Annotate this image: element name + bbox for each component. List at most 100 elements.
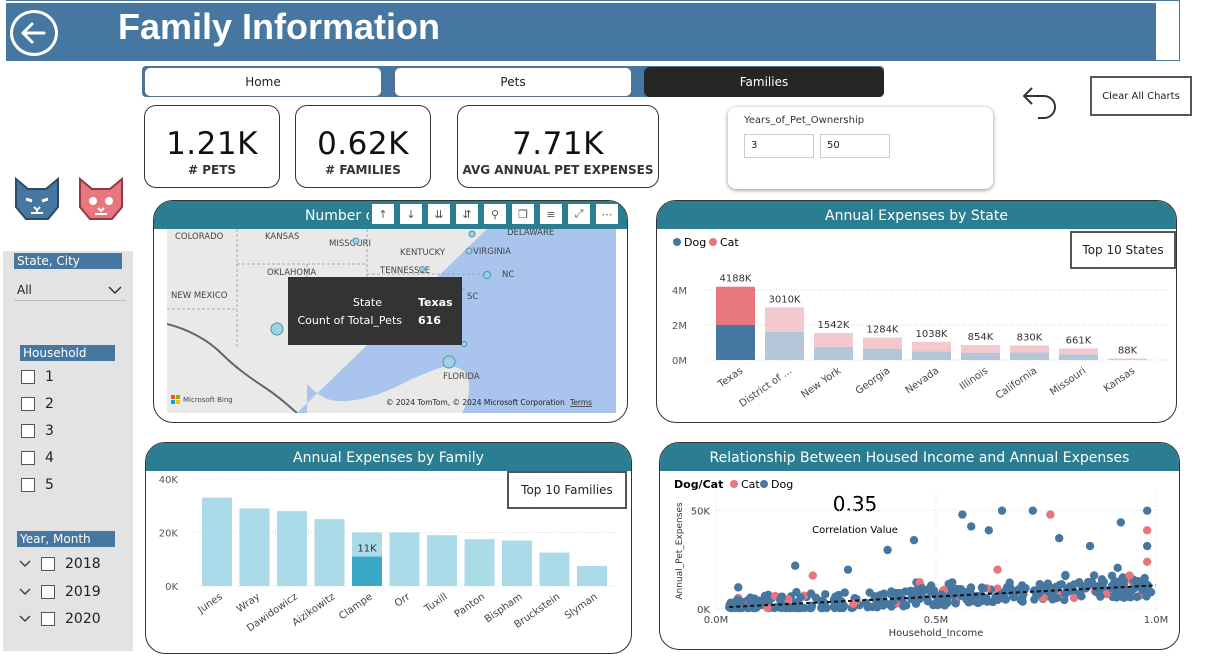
checkbox[interactable]: [21, 451, 35, 465]
chevron-down-icon[interactable]: [19, 588, 31, 596]
year-option[interactable]: 2020: [19, 611, 101, 627]
expand-next-level-icon[interactable]: ⇊: [428, 204, 450, 224]
bar: [239, 508, 270, 586]
checkbox[interactable]: [21, 424, 35, 438]
kpi-families: 0.62K # FAMILIES: [295, 105, 431, 188]
copy-icon[interactable]: ❐: [512, 204, 534, 224]
clear-all-button[interactable]: Clear All Charts: [1090, 76, 1192, 116]
tab-home[interactable]: Home: [144, 67, 382, 97]
drill-down-icon[interactable]: ↓: [400, 204, 422, 224]
kpi-avg-expenses: 7.71K AVG ANNUAL PET EXPENSES: [457, 105, 659, 188]
scatter-point: [871, 601, 880, 611]
x-tick-label: 1.0M: [1144, 615, 1169, 626]
checkbox[interactable]: [41, 585, 55, 599]
household-option[interactable]: 3: [21, 423, 54, 439]
scatter-point: [777, 592, 787, 601]
tab-pets[interactable]: Pets: [394, 67, 632, 97]
bar-cat: [1059, 348, 1098, 355]
tab-families[interactable]: Families: [644, 67, 884, 97]
pin-icon[interactable]: ⚲: [484, 204, 506, 224]
map-terms-link[interactable]: Terms: [569, 398, 592, 407]
filter-panel: State, City All Household 1 2 3 4 5 Year…: [3, 251, 133, 651]
drill-up-icon[interactable]: ↑: [372, 204, 394, 224]
visual-toolbar: ↑ ↓ ⇊ ⇵ ⚲ ❐ ≡ ⤢ ⋯: [369, 202, 627, 226]
tooltip-state-label: State: [352, 296, 382, 309]
y-axis-label: Annual_Pet_Expenses: [675, 502, 685, 600]
family-chart-card: Annual Expenses by Family Top 10 Familie…: [145, 442, 632, 654]
bar-dog: [1010, 352, 1049, 360]
map-label: NC: [502, 270, 514, 280]
scatter-point: [1112, 593, 1121, 602]
undo-icon[interactable]: [1020, 82, 1060, 126]
legend-dog-label: Dog: [771, 478, 793, 491]
years-min-input[interactable]: 3: [744, 134, 814, 158]
kpi-value: 1.21K: [166, 126, 258, 162]
checkbox[interactable]: [41, 557, 55, 571]
bar-cat: [863, 337, 902, 349]
back-button[interactable]: [10, 10, 58, 56]
map-bubble-texas[interactable]: [270, 322, 284, 336]
data-label: 830K: [1017, 332, 1043, 343]
state-chart-card: Annual Expenses by State Top 10 States D…: [656, 200, 1177, 423]
map-tooltip: State Texas Count of Total_Pets 616: [288, 277, 462, 345]
x-tick-label: Texas: [715, 365, 745, 390]
scatter-point: [1085, 541, 1095, 551]
slicer-title: Years_of_Pet_Ownership: [744, 115, 865, 126]
scatter-point: [967, 522, 976, 531]
filter-icon[interactable]: ≡: [540, 204, 562, 224]
scatter-point: [1143, 506, 1152, 515]
data-label: 1038K: [915, 329, 947, 340]
state-chart-title: Annual Expenses by State: [657, 201, 1176, 229]
year-option[interactable]: 2019: [19, 584, 101, 600]
family-chart-svg: 0K20K40KJunes WrayDawidowiczAizikowitz11K…: [159, 475, 616, 634]
map-label: NEW MEXICO: [171, 291, 228, 301]
chevron-down-icon[interactable]: [19, 615, 31, 623]
year-month-title: Year, Month: [17, 531, 115, 547]
scatter-point: [931, 599, 941, 608]
x-tick-label: Missouri: [1048, 365, 1088, 398]
y-tick-label: 0K: [165, 582, 178, 593]
x-tick-label: Tuxill: [422, 591, 450, 615]
map-label: FLORIDA: [443, 372, 480, 382]
scatter-point: [791, 561, 800, 570]
chevron-down-icon[interactable]: [19, 560, 31, 568]
more-options-icon[interactable]: ⋯: [596, 204, 618, 224]
scatter-point: [1055, 580, 1064, 590]
scatter-point: [1061, 571, 1070, 581]
household-option[interactable]: 2: [21, 396, 54, 412]
x-tick-label: Wray: [235, 591, 262, 615]
household-option[interactable]: 1: [21, 369, 54, 385]
state-chart-svg: Dog Cat 0M 2M 4M 4188K Texas 3010K District of…: [672, 236, 1167, 410]
scatter-point: [821, 590, 830, 599]
household-option[interactable]: 5: [21, 477, 54, 493]
checkbox[interactable]: [21, 478, 35, 492]
household-title: Household: [20, 345, 115, 361]
kpi-value: 0.62K: [317, 126, 409, 162]
scatter-point: [817, 599, 827, 609]
scatter-chart-title: Relationship Between Housed Income and A…: [660, 443, 1179, 471]
checkbox[interactable]: [21, 397, 35, 411]
legend-cat-marker: [730, 480, 738, 488]
household-option[interactable]: 4: [21, 450, 54, 466]
scatter-point: [917, 584, 926, 593]
chevron-down-icon: [108, 286, 122, 295]
checkbox[interactable]: [21, 370, 35, 384]
page-title: Family Information: [118, 6, 441, 47]
x-tick-label: Illinois: [958, 365, 990, 392]
tooltip-count-value: 616: [418, 314, 441, 327]
years-max-input[interactable]: 50: [820, 134, 890, 158]
checkbox[interactable]: [41, 612, 55, 626]
scatter-point: [1143, 526, 1152, 535]
bar-dog: [765, 332, 804, 360]
bar-dog: [912, 351, 951, 360]
data-label: 1542K: [817, 320, 849, 331]
tooltip-count-label: Count of Total_Pets: [297, 314, 402, 327]
option-label: 5: [45, 477, 54, 493]
year-option[interactable]: 2018: [19, 556, 101, 572]
kpi-value: 7.71K: [512, 126, 604, 162]
red-cat-icon: [79, 177, 123, 220]
expand-hierarchy-icon[interactable]: ⇵: [456, 204, 478, 224]
focus-mode-icon[interactable]: ⤢: [568, 204, 590, 224]
data-label: 3010K: [768, 294, 800, 305]
state-city-dropdown[interactable]: All: [14, 281, 126, 301]
